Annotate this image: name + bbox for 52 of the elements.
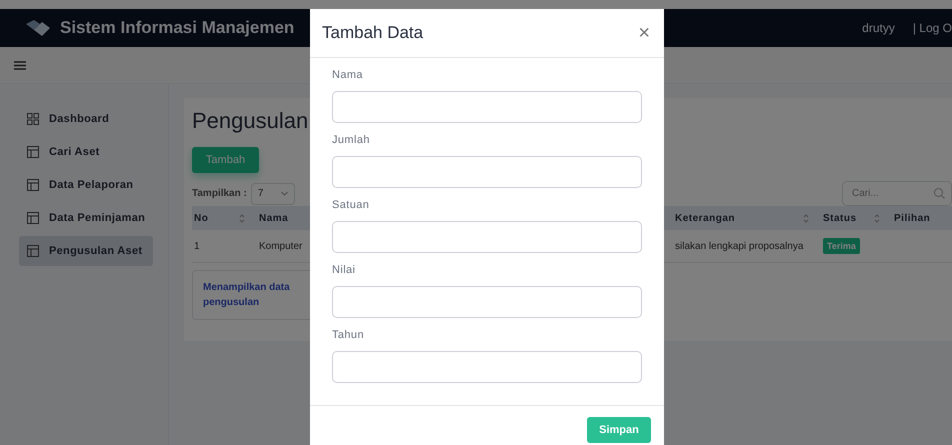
chevron-down-icon [280, 191, 288, 196]
sidebar-item[interactable]: Pengusulan Aset [19, 236, 153, 266]
add-button[interactable]: Tambah [192, 147, 259, 173]
save-button[interactable]: Simpan [587, 417, 651, 443]
logo-icon [26, 20, 50, 36]
input-field[interactable] [332, 351, 642, 383]
table-icon [27, 146, 39, 158]
grid-icon [27, 113, 39, 125]
sidebar-item[interactable]: Data Peminjaman [19, 203, 153, 233]
column-header[interactable]: Pilihan [892, 206, 952, 230]
sidebar-label: Dashboard [49, 113, 110, 125]
field-label: Satuan [332, 199, 370, 213]
show-label: Tampilkan : [192, 188, 247, 199]
sidebar-item[interactable]: Data Pelaporan [19, 170, 153, 200]
status-badge: Terima [823, 238, 860, 254]
sort-icon[interactable] [803, 212, 809, 224]
close-button[interactable]: × [638, 22, 650, 44]
sidebar-item[interactable]: Dashboard [19, 104, 153, 134]
input-field[interactable] [332, 156, 642, 188]
table-cell: silakan lengkapi proposalnya [673, 230, 821, 263]
field-label: Tahun [332, 329, 365, 343]
menu-icon[interactable] [14, 60, 26, 70]
field-label: Nama [332, 69, 364, 83]
table-icon [27, 212, 39, 224]
input-field[interactable] [332, 91, 642, 123]
input-field[interactable] [332, 221, 642, 253]
sidebar-label: Data Pelaporan [49, 179, 134, 191]
column-header[interactable]: Status [821, 206, 892, 230]
app-title: Sistem Informasi Manajemen [60, 18, 294, 38]
sidebar-label: Cari Aset [49, 146, 100, 158]
sidebar-label: Data Peminjaman [49, 212, 146, 224]
input-field[interactable] [332, 286, 642, 318]
sort-icon[interactable] [239, 212, 245, 224]
table-cell: 1 [192, 230, 257, 263]
field-label: Nilai [332, 264, 356, 278]
sidebar-item[interactable]: Cari Aset [19, 137, 153, 167]
info-text: Menampilkan data [203, 281, 291, 295]
modal-title: Tambah Data [322, 23, 424, 43]
username: drutyy [862, 21, 895, 35]
column-header[interactable]: Keterangan [673, 206, 821, 230]
table-icon [27, 179, 39, 191]
search-icon [934, 188, 945, 199]
search-field[interactable]: Cari... [842, 181, 952, 206]
info-text: pengusulan [203, 296, 260, 310]
table-icon [27, 245, 39, 257]
logout-link[interactable]: | Log O [912, 21, 952, 35]
column-header[interactable]: No [192, 206, 257, 230]
field-label: Jumlah [332, 134, 371, 148]
page-size-select[interactable]: 7 [250, 182, 295, 204]
sidebar-label: Pengusulan Aset [49, 245, 142, 257]
page-title: Pengusulan [192, 108, 310, 134]
sort-icon[interactable] [874, 212, 880, 224]
